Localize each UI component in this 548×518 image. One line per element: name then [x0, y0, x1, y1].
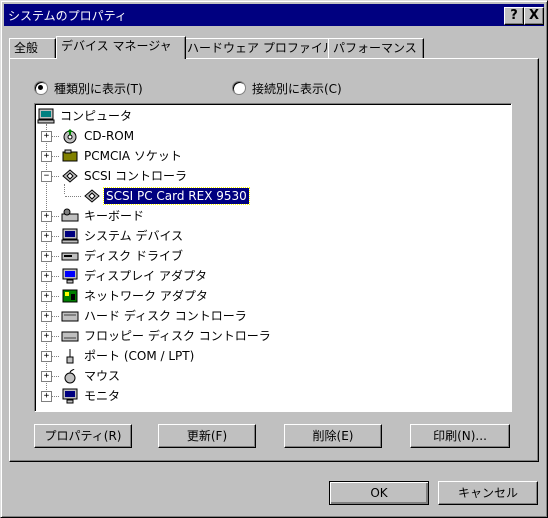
expand-icon[interactable]: +: [41, 391, 52, 402]
tree-root[interactable]: コンピュータ: [37, 107, 134, 125]
tree-item[interactable]: システム デバイス: [61, 227, 185, 245]
expand-icon[interactable]: +: [41, 331, 52, 342]
tree-item-label: マウス: [84, 369, 121, 383]
network-icon: [61, 288, 79, 304]
tree-item-label: ネットワーク アダプタ: [84, 289, 208, 303]
window-title: システムのプロパティ: [8, 9, 127, 23]
ok-button[interactable]: OK: [329, 481, 429, 505]
hdd-controller-icon: [61, 308, 79, 324]
tree-item-label: CD-ROM: [84, 129, 135, 143]
tree-item[interactable]: CD-ROM: [61, 127, 136, 145]
tree-item-label: SCSI コントローラ: [84, 169, 187, 183]
tree-item[interactable]: モニタ: [61, 387, 122, 405]
tree-item-label: PCMCIA ソケット: [84, 149, 182, 163]
mouse-icon: [61, 368, 79, 384]
tab-performance[interactable]: パフォーマンス: [328, 38, 424, 58]
display-icon: [61, 268, 79, 284]
active-tab-join: [57, 57, 178, 60]
tree-item-label: モニタ: [84, 389, 121, 403]
title-bar[interactable]: システムのプロパティ ? X: [4, 4, 544, 26]
scsi-icon: [61, 168, 79, 184]
print-button[interactable]: 印刷(N)...: [410, 424, 510, 448]
view-by-type-option[interactable]: 種類別に表示(T): [34, 80, 143, 96]
properties-button[interactable]: プロパティ(R): [34, 424, 132, 448]
tab-hardware-profiles[interactable]: ハードウェア プロファイル: [182, 38, 335, 58]
tree-root-label: コンピュータ: [60, 109, 133, 123]
tree-item[interactable]: ハード ディスク コントローラ: [61, 307, 249, 325]
expand-icon[interactable]: +: [41, 151, 52, 162]
tree-child-connector: [64, 184, 65, 194]
expand-icon[interactable]: +: [41, 271, 52, 282]
port-icon: [61, 348, 79, 364]
tree-item-label: フロッピー ディスク コントローラ: [84, 329, 271, 343]
cdrom-icon: [61, 128, 79, 144]
tree-item[interactable]: ネットワーク アダプタ: [61, 287, 210, 305]
tree-item[interactable]: マウス: [61, 367, 122, 385]
computer-icon: [61, 228, 79, 244]
tree-item-label: システム デバイス: [84, 229, 184, 243]
tree-item-label: SCSI PC Card REX 9530: [103, 187, 250, 205]
collapse-icon[interactable]: −: [41, 171, 52, 182]
tree-item-label: ポート (COM / LPT): [84, 349, 195, 363]
tree-item-label: ディスプレイ アダプタ: [84, 269, 207, 283]
tab-general[interactable]: 全般: [9, 38, 56, 58]
tree-branch-line: [65, 196, 81, 197]
expand-icon[interactable]: +: [41, 131, 52, 142]
monitor-icon: [61, 388, 79, 404]
tree-item[interactable]: SCSI コントローラ: [61, 167, 189, 185]
expand-icon[interactable]: +: [41, 291, 52, 302]
expand-icon[interactable]: +: [41, 311, 52, 322]
floppy-controller-icon: [61, 328, 79, 344]
cancel-button[interactable]: キャンセル: [438, 481, 538, 505]
radio-by-type[interactable]: [34, 81, 48, 95]
refresh-button[interactable]: 更新(F): [158, 424, 256, 448]
tree-child-item[interactable]: SCSI PC Card REX 9530: [83, 187, 250, 205]
expand-icon[interactable]: +: [41, 231, 52, 242]
scsi-icon: [83, 188, 101, 204]
expand-icon[interactable]: +: [41, 251, 52, 262]
computer-icon: [37, 108, 55, 124]
remove-button[interactable]: 削除(E): [284, 424, 382, 448]
tree-item[interactable]: PCMCIA ソケット: [61, 147, 184, 165]
view-by-connection-option[interactable]: 接続別に表示(C): [232, 80, 342, 96]
disk-drive-icon: [61, 248, 79, 264]
tree-item[interactable]: キーボード: [61, 207, 146, 225]
tree-item-label: ハード ディスク コントローラ: [84, 309, 247, 323]
help-button[interactable]: ?: [504, 7, 524, 25]
tree-item[interactable]: ディスク ドライブ: [61, 247, 185, 265]
close-button[interactable]: X: [524, 7, 544, 25]
expand-icon[interactable]: +: [41, 371, 52, 382]
view-by-type-label: 種類別に表示(T): [54, 81, 143, 96]
tree-item-label: ディスク ドライブ: [84, 249, 183, 263]
tab-device-manager[interactable]: デバイス マネージャ: [56, 36, 186, 59]
expand-icon[interactable]: +: [41, 211, 52, 222]
tree-item[interactable]: フロッピー ディスク コントローラ: [61, 327, 273, 345]
keyboard-icon: [61, 208, 79, 224]
tree-item[interactable]: ディスプレイ アダプタ: [61, 267, 209, 285]
expand-icon[interactable]: +: [41, 351, 52, 362]
tree-item-label: キーボード: [84, 209, 145, 223]
view-by-connection-label: 接続別に表示(C): [252, 81, 342, 96]
tree-item[interactable]: ポート (COM / LPT): [61, 347, 196, 365]
radio-by-connection[interactable]: [232, 81, 246, 95]
device-tree[interactable]: コンピュータ + CD-ROM + PCMCIA ソケット − SCSI コントローラ SC…: [34, 103, 512, 412]
pcmcia-icon: [61, 148, 79, 164]
